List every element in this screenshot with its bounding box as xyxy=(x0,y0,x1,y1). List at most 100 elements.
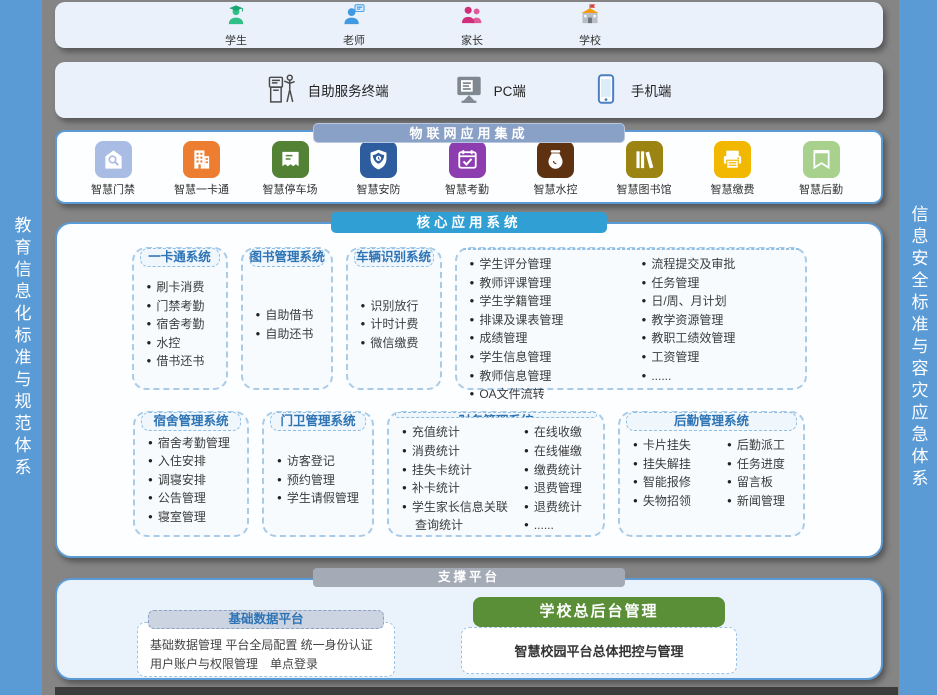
teacher-icon xyxy=(342,3,366,31)
system-academic: 教务管理系统 学生评分管理教师评课管理学生学籍管理排课及课表管理成绩管理学生信息… xyxy=(455,247,807,390)
feature-item: 门禁考勤 xyxy=(147,297,221,316)
payment-pos-icon xyxy=(714,141,751,178)
feature-item: 水控 xyxy=(147,334,221,353)
phone-icon xyxy=(590,72,622,109)
system-logistics-col2: 后勤派工任务进度留言板新闻管理 xyxy=(719,436,798,510)
iot-app-label: 智慧缴费 xyxy=(711,181,755,197)
door-access-icon xyxy=(95,141,132,178)
system-onecard-list: 刷卡消费门禁考勤宿舍考勤水控借书还书 xyxy=(139,267,221,388)
right-security-banner: 信息安全标准与容灾应急体系 xyxy=(899,0,937,695)
bottom-bar xyxy=(55,687,898,695)
feature-item: 任务进度 xyxy=(727,455,798,474)
iot-title-banner: 物联网应用集成 xyxy=(313,123,625,143)
terminal-item: PC端 xyxy=(453,72,526,109)
terminal-label: 手机端 xyxy=(631,80,672,100)
iot-app-item: 智慧考勤 xyxy=(431,141,503,197)
feature-item: 学生评分管理 xyxy=(470,255,634,274)
student-icon xyxy=(224,3,248,31)
iot-app-label: 智慧考勤 xyxy=(445,181,489,197)
iot-app-label: 智慧图书馆 xyxy=(617,181,672,197)
feature-item: 宿舍考勤 xyxy=(147,315,221,334)
system-dorm-title: 宿舍管理系统 xyxy=(141,412,241,431)
user-role-label: 学校 xyxy=(579,32,601,48)
feature-item: 计时计费 xyxy=(361,315,435,334)
school-icon xyxy=(578,3,602,31)
diagram-content: 学生 老师 家长 学校 xyxy=(55,0,883,680)
feature-item: 刷卡消费 xyxy=(147,278,221,297)
feature-item: 在线催缴 xyxy=(524,442,598,461)
feature-item: 学生学籍管理 xyxy=(470,292,634,311)
system-finance-columns: 充值统计消费统计挂失卡统计补卡统计学生家长信息关联查询统计 在线收缴在线催缴缴费… xyxy=(394,418,598,535)
user-role-label: 学生 xyxy=(225,32,247,48)
feature-item: 消费统计 xyxy=(402,442,516,461)
logistics-flag-icon xyxy=(803,141,840,178)
support-content: 基础数据平台 基础数据管理 平台全局配置 统一身份认证 用户账户与权限管理 单点… xyxy=(57,580,881,677)
feature-item: 挂失卡统计 xyxy=(402,461,516,480)
right-banner-text: 信息安全标准与容灾应急体系 xyxy=(906,205,931,491)
system-onecard-title: 一卡通系统 xyxy=(140,248,220,267)
feature-item: 缴费统计 xyxy=(524,461,598,480)
feature-item: 成绩管理 xyxy=(470,329,634,348)
system-gate-list: 访客登记预约管理学生请假管理 xyxy=(269,431,367,535)
feature-item: 借书还书 xyxy=(147,352,221,371)
support-title-banner: 支撑平台 xyxy=(313,568,625,587)
system-academic-col1: 学生评分管理教师评课管理学生学籍管理排课及课表管理成绩管理学生信息管理教师信息管… xyxy=(462,255,634,404)
iot-app-item: 智慧水控 xyxy=(520,141,592,197)
iot-app-label: 智慧水控 xyxy=(534,181,578,197)
parents-icon xyxy=(460,3,484,31)
feature-item: 失物招领 xyxy=(633,492,719,511)
library-books-icon xyxy=(626,141,663,178)
feature-item: 退费管理 xyxy=(524,479,598,498)
iot-app-label: 智慧停车场 xyxy=(263,181,318,197)
feature-item: 教师评课管理 xyxy=(470,274,634,293)
system-finance-col1: 充值统计消费统计挂失卡统计补卡统计学生家长信息关联查询统计 xyxy=(394,423,516,535)
one-card-icon xyxy=(183,141,220,178)
system-vehicle-list: 识别放行计时计费微信缴费 xyxy=(353,267,435,388)
feature-item: 在线收缴 xyxy=(524,423,598,442)
feature-item: OA文件流转 xyxy=(470,385,634,404)
user-role-label: 家长 xyxy=(461,32,483,48)
attendance-calendar-icon xyxy=(449,141,486,178)
feature-item: 补卡统计 xyxy=(402,479,516,498)
feature-item: ...... xyxy=(524,516,598,535)
feature-item: 工资管理 xyxy=(642,348,800,367)
feature-item: 新闻管理 xyxy=(727,492,798,511)
feature-item: 访客登记 xyxy=(277,452,367,471)
system-finance: 财务管理系统 充值统计消费统计挂失卡统计补卡统计学生家长信息关联查询统计 在线收… xyxy=(387,411,605,537)
iot-app-label: 智慧安防 xyxy=(357,181,401,197)
feature-item: 教职工绩效管理 xyxy=(642,329,800,348)
iot-app-item: 智慧后勤 xyxy=(785,141,857,197)
school-admin-platform: 学校总后台管理 智慧校园平台总体把控与管理 xyxy=(461,597,737,677)
system-onecard: 一卡通系统 刷卡消费门禁考勤宿舍考勤水控借书还书 xyxy=(132,247,228,390)
feature-item: 任务管理 xyxy=(642,274,800,293)
system-finance-col2: 在线收缴在线催缴缴费统计退费管理退费统计...... xyxy=(516,423,598,535)
base-data-platform-title: 基础数据平台 xyxy=(148,610,384,629)
base-data-platform: 基础数据平台 基础数据管理 平台全局配置 统一身份认证 用户账户与权限管理 单点… xyxy=(137,622,395,677)
system-gate-title: 门卫管理系统 xyxy=(270,412,366,431)
iot-panel: 物联网应用集成 智慧门禁 智慧一卡通 智慧停车场 xyxy=(55,130,883,204)
terminal-label: 自助服务终端 xyxy=(308,80,389,100)
feature-item: 教师信息管理 xyxy=(470,367,634,386)
iot-app-label: 智慧后勤 xyxy=(799,181,843,197)
system-logistics-columns: 卡片挂失挂失解挂智能报修失物招领 后勤派工任务进度留言板新闻管理 xyxy=(625,431,798,510)
iot-app-item: 智慧缴费 xyxy=(697,141,769,197)
user-role-item: 学校 xyxy=(559,3,621,48)
system-logistics-col1: 卡片挂失挂失解挂智能报修失物招领 xyxy=(625,436,719,510)
system-academic-columns: 学生评分管理教师评课管理学生学籍管理排课及课表管理成绩管理学生信息管理教师信息管… xyxy=(462,250,800,404)
feature-item: ...... xyxy=(642,367,800,386)
feature-item: 挂失解挂 xyxy=(633,455,719,474)
system-logistics-title: 后勤管理系统 xyxy=(626,412,797,431)
terminal-label: PC端 xyxy=(494,80,526,100)
feature-item: 留言板 xyxy=(727,473,798,492)
feature-item: 卡片挂失 xyxy=(633,436,719,455)
feature-item: 入住安排 xyxy=(148,452,242,471)
feature-item: 退费统计 xyxy=(524,498,598,517)
feature-item: 充值统计 xyxy=(402,423,516,442)
feature-item: 微信缴费 xyxy=(361,334,435,353)
terminals-panel: 自助服务终端 PC端 手机端 xyxy=(55,62,883,118)
core-systems-row1: 一卡通系统 刷卡消费门禁考勤宿舍考勤水控借书还书 图书管理系统 自助借书自助还书… xyxy=(57,247,881,390)
feature-item: 自助还书 xyxy=(256,325,326,344)
iot-app-item: 智慧门禁 xyxy=(77,141,149,197)
feature-item: 预约管理 xyxy=(277,471,367,490)
base-data-line2: 用户账户与权限管理 单点登录 xyxy=(150,655,384,674)
